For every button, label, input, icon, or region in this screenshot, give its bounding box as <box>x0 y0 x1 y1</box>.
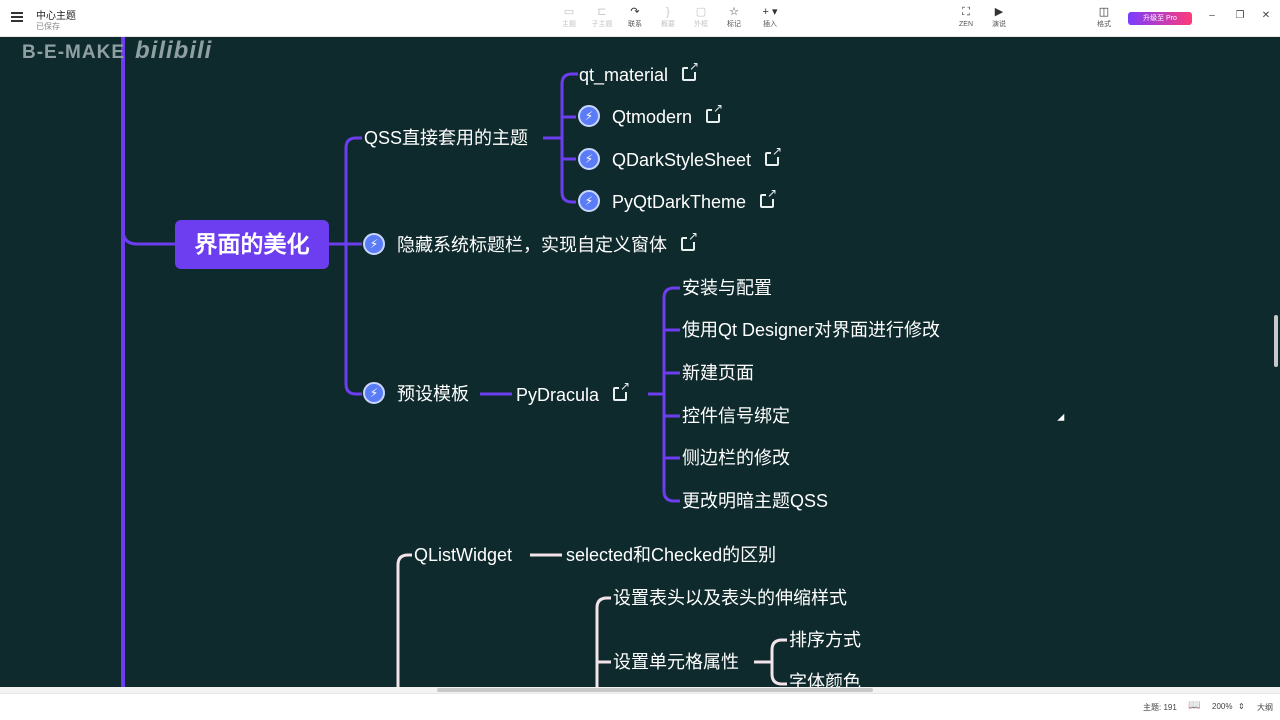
external-link-icon[interactable] <box>765 145 784 167</box>
boundary-button[interactable]: ▢ 外框 <box>684 5 718 33</box>
cell-props-node[interactable]: 设置单元格属性 <box>613 651 739 673</box>
close-icon[interactable]: ✕ <box>1259 10 1273 21</box>
zoom-level[interactable]: 200% <box>1212 702 1232 711</box>
external-link-icon[interactable] <box>706 102 725 124</box>
node-label: qt_material <box>579 65 669 85</box>
marker-icon: ☆ <box>729 6 739 18</box>
restore-icon[interactable]: ❐ <box>1233 10 1247 21</box>
bilibili-logo: bilibili <box>135 37 213 64</box>
watermark: B-E-MAKE bilibili <box>22 37 212 65</box>
qss-theme-node[interactable]: QSS直接套用的主题 <box>364 127 528 149</box>
qdarkstylesheet-node[interactable]: ⚡ QDarkStyleSheet <box>578 145 784 172</box>
upgrade-pro-button[interactable]: 升级至 Pro <box>1128 12 1192 25</box>
zoom-stepper-icon[interactable]: ⇕ <box>1238 702 1245 711</box>
format-panel-button[interactable]: ◫ 格式 <box>1087 5 1121 33</box>
qt-material-node[interactable]: qt_material <box>579 60 701 86</box>
insert-button[interactable]: + ▾ 插入 <box>753 5 787 33</box>
status-bar: 主题: 191 📖 200% ⇕ 大纲 <box>0 693 1280 720</box>
summary-icon: } <box>666 6 670 18</box>
topic-icon: ▭ <box>563 6 575 18</box>
save-status: 已保存 <box>36 22 60 31</box>
pydracula-item[interactable]: 使用Qt Designer对界面进行修改 <box>682 319 940 341</box>
main-children-connector <box>329 136 362 396</box>
node-label: Qtmodern <box>612 107 693 127</box>
lower-branch-connector <box>396 553 412 687</box>
pydracula-item[interactable]: 更改明暗主题QSS <box>682 490 828 512</box>
bolt-icon: ⚡ <box>578 105 600 128</box>
pydracula-node[interactable]: PyDracula <box>516 380 632 406</box>
node-label: PyQtDarkTheme <box>612 192 747 212</box>
pitch-mode-button[interactable]: ▶ 演说 <box>982 5 1016 33</box>
external-link-icon[interactable] <box>760 187 779 209</box>
pydracula-children-connector <box>648 286 680 503</box>
cell-props-connector <box>754 638 787 686</box>
boundary-icon: ▢ <box>695 6 707 18</box>
node-label: PyDracula <box>516 385 600 405</box>
node-label: 隐藏系统标题栏，实现自定义窗体 <box>397 235 667 255</box>
external-link-icon[interactable] <box>681 230 699 252</box>
outline-button[interactable]: 大纲 <box>1257 702 1273 713</box>
bolt-icon: ⚡ <box>363 233 385 256</box>
preset-template-node[interactable]: ⚡ 预设模板 <box>363 382 469 406</box>
pydracula-item[interactable]: 新建页面 <box>682 362 754 384</box>
insert-icon: + ▾ <box>762 6 778 18</box>
bolt-icon: ⚡ <box>578 148 600 171</box>
main-topic-connector <box>121 229 175 246</box>
relationship-button[interactable]: ↷ 联系 <box>618 5 652 33</box>
subtopic-icon: ⊏ <box>597 6 607 18</box>
pydracula-item[interactable]: 安装与配置 <box>682 277 772 299</box>
minimize-icon[interactable]: – <box>1205 10 1219 21</box>
zen-mode-icon: ⛶ <box>962 6 970 18</box>
bolt-icon: ⚡ <box>578 190 600 213</box>
qtmodern-node[interactable]: ⚡ Qtmodern <box>578 102 725 129</box>
header-style-node[interactable]: 设置表头以及表头的伸缩样式 <box>613 587 847 609</box>
qlistwidget-node[interactable]: QListWidget <box>414 544 512 566</box>
format-panel-icon: ◫ <box>1098 6 1110 18</box>
pydracula-item[interactable]: 侧边栏的修改 <box>682 447 790 469</box>
subtopic-button[interactable]: ⊏ 子主题 <box>585 5 619 33</box>
sort-order-node[interactable]: 排序方式 <box>789 629 861 651</box>
bolt-icon: ⚡ <box>363 382 385 405</box>
hide-titlebar-node[interactable]: ⚡ 隐藏系统标题栏，实现自定义窗体 <box>363 230 699 257</box>
document-title[interactable]: 中心主题 <box>36 7 76 22</box>
marker-button[interactable]: ☆ 标记 <box>717 5 751 33</box>
pyqtdarktheme-node[interactable]: ⚡ PyQtDarkTheme <box>578 187 779 214</box>
external-link-icon[interactable] <box>682 60 701 82</box>
summary-button[interactable]: } 概要 <box>651 5 685 33</box>
book-icon[interactable]: 📖 <box>1188 700 1200 711</box>
watermark-text: B-E-MAKE <box>22 42 125 63</box>
top-toolbar: 中心主题 已保存 ▭ 主题 ⊏ 子主题 ↷ 联系 } 概要 ▢ 外框 ☆ 标记 … <box>0 0 1280 37</box>
vertical-scrollbar[interactable] <box>1274 315 1278 367</box>
topic-count: 主题: 191 <box>1143 703 1177 712</box>
pydracula-item[interactable]: 控件信号绑定 <box>682 405 790 427</box>
font-color-node[interactable]: 字体颜色 <box>789 671 861 687</box>
external-link-icon[interactable] <box>613 380 632 402</box>
main-topic-node[interactable]: 界面的美化 <box>175 220 329 269</box>
hamburger-menu-icon[interactable] <box>11 12 23 22</box>
selected-checked-node[interactable]: selected和Checked的区别 <box>566 544 776 566</box>
topic-button[interactable]: ▭ 主题 <box>552 5 586 33</box>
scrollbar-thumb[interactable] <box>437 688 873 692</box>
node-label: 预设模板 <box>397 384 469 404</box>
relationship-icon: ↷ <box>630 6 640 18</box>
qss-children-connector <box>543 72 578 204</box>
node-label: QDarkStyleSheet <box>612 150 752 170</box>
mindmap-canvas[interactable]: B-E-MAKE bilibili 界面的美化 QSS直接套用的主题 qt_mat… <box>0 37 1280 687</box>
zen-mode-button[interactable]: ⛶ ZEN <box>949 5 983 33</box>
lower-subbranch-connector <box>595 596 611 687</box>
pitch-icon: ▶ <box>994 6 1004 18</box>
